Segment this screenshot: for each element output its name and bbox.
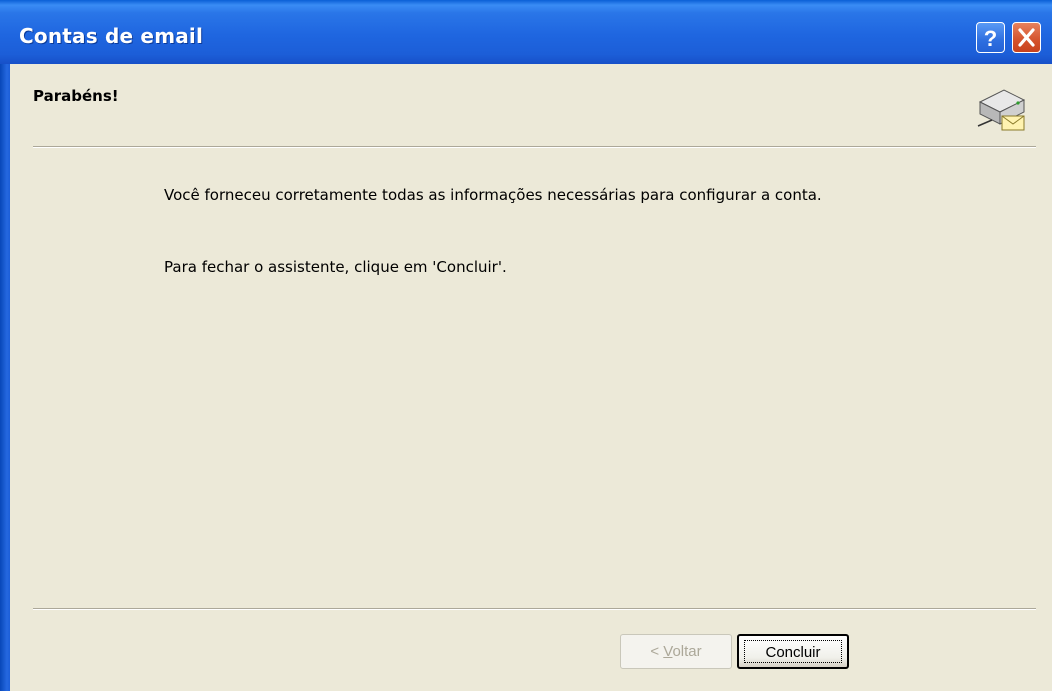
help-button[interactable]: ?	[976, 22, 1005, 53]
help-icon: ?	[984, 26, 997, 51]
title-bar[interactable]: Contas de email ?	[0, 0, 1052, 64]
success-message: Você forneceu corretamente todas as info…	[164, 186, 822, 204]
close-icon	[1018, 28, 1035, 47]
page-title: Parabéns!	[33, 87, 119, 105]
back-button-rest: oltar	[672, 643, 702, 660]
finish-button[interactable]: Concluir	[737, 634, 849, 669]
header-divider	[33, 146, 1036, 148]
back-button-prefix: <	[650, 643, 664, 660]
window-title: Contas de email	[19, 24, 204, 48]
window-border	[0, 64, 10, 691]
back-button[interactable]: < Voltar	[620, 634, 732, 669]
close-instruction: Para fechar o assistente, clique em 'Con…	[164, 258, 507, 276]
footer-divider	[33, 608, 1036, 610]
svg-text:?: ?	[984, 26, 997, 51]
finish-button-label: Concluir	[744, 640, 842, 663]
email-accounts-dialog: Contas de email ? Parabéns! Você fornece…	[0, 0, 1052, 691]
close-button[interactable]	[1012, 22, 1041, 53]
mail-server-icon	[977, 89, 1026, 131]
wizard-header	[10, 64, 1052, 148]
